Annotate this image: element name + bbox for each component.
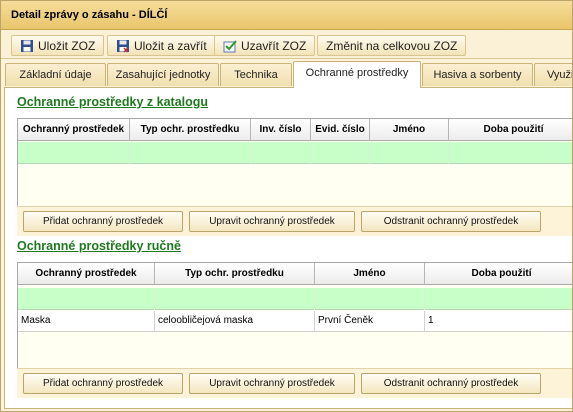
detail-window: Detail zprávy o zásahu - DÍLČÍ Uložit ZO…: [0, 0, 573, 412]
tab-ochranne-prostredky[interactable]: Ochranné prostředky: [293, 61, 421, 88]
checkbox-check-icon: [223, 39, 237, 56]
manual-cell-typ: celoobličejová maska: [155, 311, 315, 332]
manual-filter-cell[interactable]: [155, 288, 315, 310]
catalog-col-jmeno[interactable]: Jméno: [370, 119, 449, 141]
tab-vyuziti[interactable]: Využi: [534, 63, 572, 86]
catalog-col-evid-cislo[interactable]: Evid. číslo: [311, 119, 370, 141]
close-zoz-button[interactable]: Uzavřít ZOZ: [214, 35, 316, 56]
manual-cell-doba-pouziti: 1: [428, 315, 434, 326]
manual-remove-button[interactable]: Odstranit ochranný prostředek: [361, 373, 541, 394]
catalog-remove-button[interactable]: Odstranit ochranný prostředek: [361, 211, 541, 232]
catalog-col-ochranny-prostredek[interactable]: Ochranný prostředek: [18, 119, 130, 141]
floppy-disk-close-icon: [116, 39, 130, 56]
manual-col-doba-pouziti[interactable]: Doba použití: [425, 263, 572, 285]
tab-panel-ochranne-prostredky: Ochranné prostředky z katalogu Ochranný …: [4, 87, 572, 409]
save-zoz-button[interactable]: Uložit ZOZ: [11, 35, 105, 56]
save-zoz-label: Uložit ZOZ: [38, 39, 96, 53]
manual-cell-ochranny-prostredek: Maska: [18, 311, 155, 332]
manual-cell-jmeno: První Čeněk: [315, 311, 425, 332]
catalog-filter-cell[interactable]: [18, 142, 130, 164]
catalog-col-doba-pouziti[interactable]: Doba použití: [449, 119, 572, 141]
manual-edit-button[interactable]: Upravit ochranný prostředek: [189, 373, 355, 394]
tab-zasahujici-jednotky[interactable]: Zasahující jednotky: [107, 63, 219, 86]
catalog-col-inv-cislo[interactable]: Inv. číslo: [251, 119, 311, 141]
manual-section-title: Ochranné prostředky ručně: [17, 239, 181, 253]
manual-filter-row[interactable]: [18, 288, 572, 310]
catalog-grid: Ochranný prostředek Typ ochr. prostředku…: [17, 118, 572, 208]
save-and-close-button[interactable]: Uložit a zavřít: [107, 35, 216, 56]
manual-filter-cell[interactable]: [18, 288, 155, 310]
catalog-grid-header: Ochranný prostředek Typ ochr. prostředku…: [18, 119, 572, 141]
change-full-label: Změnit na celkovou ZOZ: [326, 39, 458, 53]
manual-col-typ[interactable]: Typ ochr. prostředku: [155, 263, 315, 285]
table-row[interactable]: Maska celoobličejová maska První Čeněk 1: [18, 311, 572, 332]
save-and-close-label: Uložit a zavřít: [134, 39, 207, 53]
change-to-full-zoz-button[interactable]: Změnit na celkovou ZOZ: [317, 35, 467, 56]
catalog-button-bar: Přidat ochranný prostředek Upravit ochra…: [17, 206, 572, 236]
tab-zakladni-udaje[interactable]: Základní údaje: [5, 63, 106, 86]
manual-filter-cell[interactable]: [315, 288, 425, 310]
toolbar: Uložit ZOZ Uložit a zavřít Uzavřít ZOZ Z…: [1, 31, 572, 59]
catalog-section-title: Ochranné prostředky z katalogu: [17, 95, 209, 109]
manual-button-bar: Přidat ochranný prostředek Upravit ochra…: [17, 368, 572, 398]
close-zoz-label: Uzavřít ZOZ: [241, 39, 307, 53]
manual-add-button[interactable]: Přidat ochranný prostředek: [23, 373, 183, 394]
catalog-filter-cell[interactable]: [130, 142, 251, 164]
manual-grid: Ochranný prostředek Typ ochr. prostředku…: [17, 262, 572, 372]
catalog-filter-cell[interactable]: [370, 142, 449, 164]
tab-technika[interactable]: Technika: [220, 63, 292, 86]
manual-col-ochranny-prostredek[interactable]: Ochranný prostředek: [18, 263, 155, 285]
floppy-disk-icon: [20, 39, 34, 56]
window-title: Detail zprávy o zásahu - DÍLČÍ: [1, 1, 572, 30]
catalog-add-button[interactable]: Přidat ochranný prostředek: [23, 211, 183, 232]
tab-hasiva-a-sorbenty[interactable]: Hasiva a sorbenty: [422, 63, 533, 86]
catalog-edit-button[interactable]: Upravit ochranný prostředek: [189, 211, 355, 232]
manual-grid-header: Ochranný prostředek Typ ochr. prostředku…: [18, 263, 572, 285]
catalog-col-typ[interactable]: Typ ochr. prostředku: [130, 119, 251, 141]
manual-col-jmeno[interactable]: Jméno: [315, 263, 425, 285]
catalog-filter-cell[interactable]: [311, 142, 370, 164]
tab-strip: Základní údaje Zasahující jednotky Techn…: [1, 61, 572, 88]
catalog-filter-cell[interactable]: [251, 142, 311, 164]
catalog-filter-row[interactable]: [18, 142, 572, 164]
